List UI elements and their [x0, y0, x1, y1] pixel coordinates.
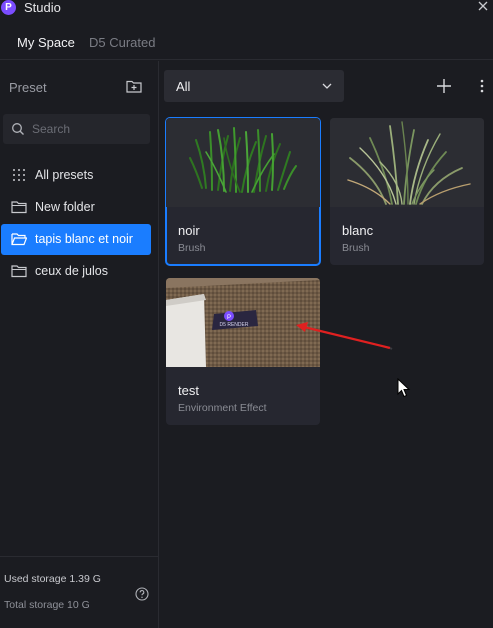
preset-heading: Preset [9, 80, 47, 95]
search-box [3, 114, 150, 144]
new-folder-icon[interactable] [126, 79, 142, 93]
card-type: Brush [178, 242, 206, 254]
card-type: Brush [342, 242, 370, 254]
help-icon[interactable] [135, 587, 149, 601]
card-name: noir [178, 223, 200, 238]
folder-icon [11, 265, 27, 278]
sidebar-item-new-folder[interactable]: New folder [1, 192, 151, 223]
add-icon[interactable] [436, 78, 452, 94]
card-type: Environment Effect [178, 402, 267, 414]
search-icon [12, 123, 24, 135]
title-bar: P Studio [0, 0, 493, 16]
app-title: Studio [24, 0, 61, 15]
used-storage: Used storage 1.39 G [4, 573, 101, 585]
folder-icon [11, 201, 27, 214]
card-name: test [178, 383, 199, 398]
search-input[interactable] [32, 120, 144, 138]
folder-open-icon [11, 233, 27, 246]
sidebar-item-label: ceux de julos [35, 264, 108, 278]
tab-d5-curated[interactable]: D5 Curated [89, 35, 155, 50]
svg-text:P: P [227, 315, 231, 321]
filter-value: All [176, 79, 191, 94]
card-name: blanc [342, 223, 374, 238]
preset-card-noir[interactable]: noir Brush [165, 117, 321, 266]
storage-panel: Used storage 1.39 G Total storage 10 G [0, 556, 158, 628]
sidebar-item-label: tapis blanc et noir [35, 232, 133, 246]
sidebar-item-label: New folder [35, 200, 95, 214]
grid-icon [13, 169, 25, 181]
sidebar-item-label: All presets [35, 168, 94, 182]
sidebar: Preset All presets New folder [0, 61, 159, 628]
sidebar-item-all-presets[interactable]: All presets [1, 160, 151, 191]
dark-grass-thumbnail [166, 118, 320, 207]
sidebar-item-tapis-blanc-et-noir[interactable]: tapis blanc et noir [1, 224, 151, 255]
more-vertical-icon[interactable] [479, 79, 485, 93]
light-grass-thumbnail [330, 118, 484, 207]
sidebar-item-ceux-de-julos[interactable]: ceux de julos [1, 256, 151, 287]
top-tabs: My Space D5 Curated [0, 24, 493, 60]
close-icon[interactable] [477, 0, 489, 12]
chevron-down-icon [322, 83, 332, 89]
total-storage: Total storage 10 G [4, 599, 90, 611]
thumb-badge-text: D5 RENDER [220, 322, 249, 328]
tab-my-space[interactable]: My Space [17, 35, 75, 50]
app-logo: P [1, 0, 16, 15]
preset-card-blanc[interactable]: blanc Brush [330, 118, 484, 265]
mouse-cursor-icon [397, 378, 411, 398]
filter-dropdown[interactable]: All [164, 70, 344, 102]
annotation-arrow [296, 322, 393, 350]
